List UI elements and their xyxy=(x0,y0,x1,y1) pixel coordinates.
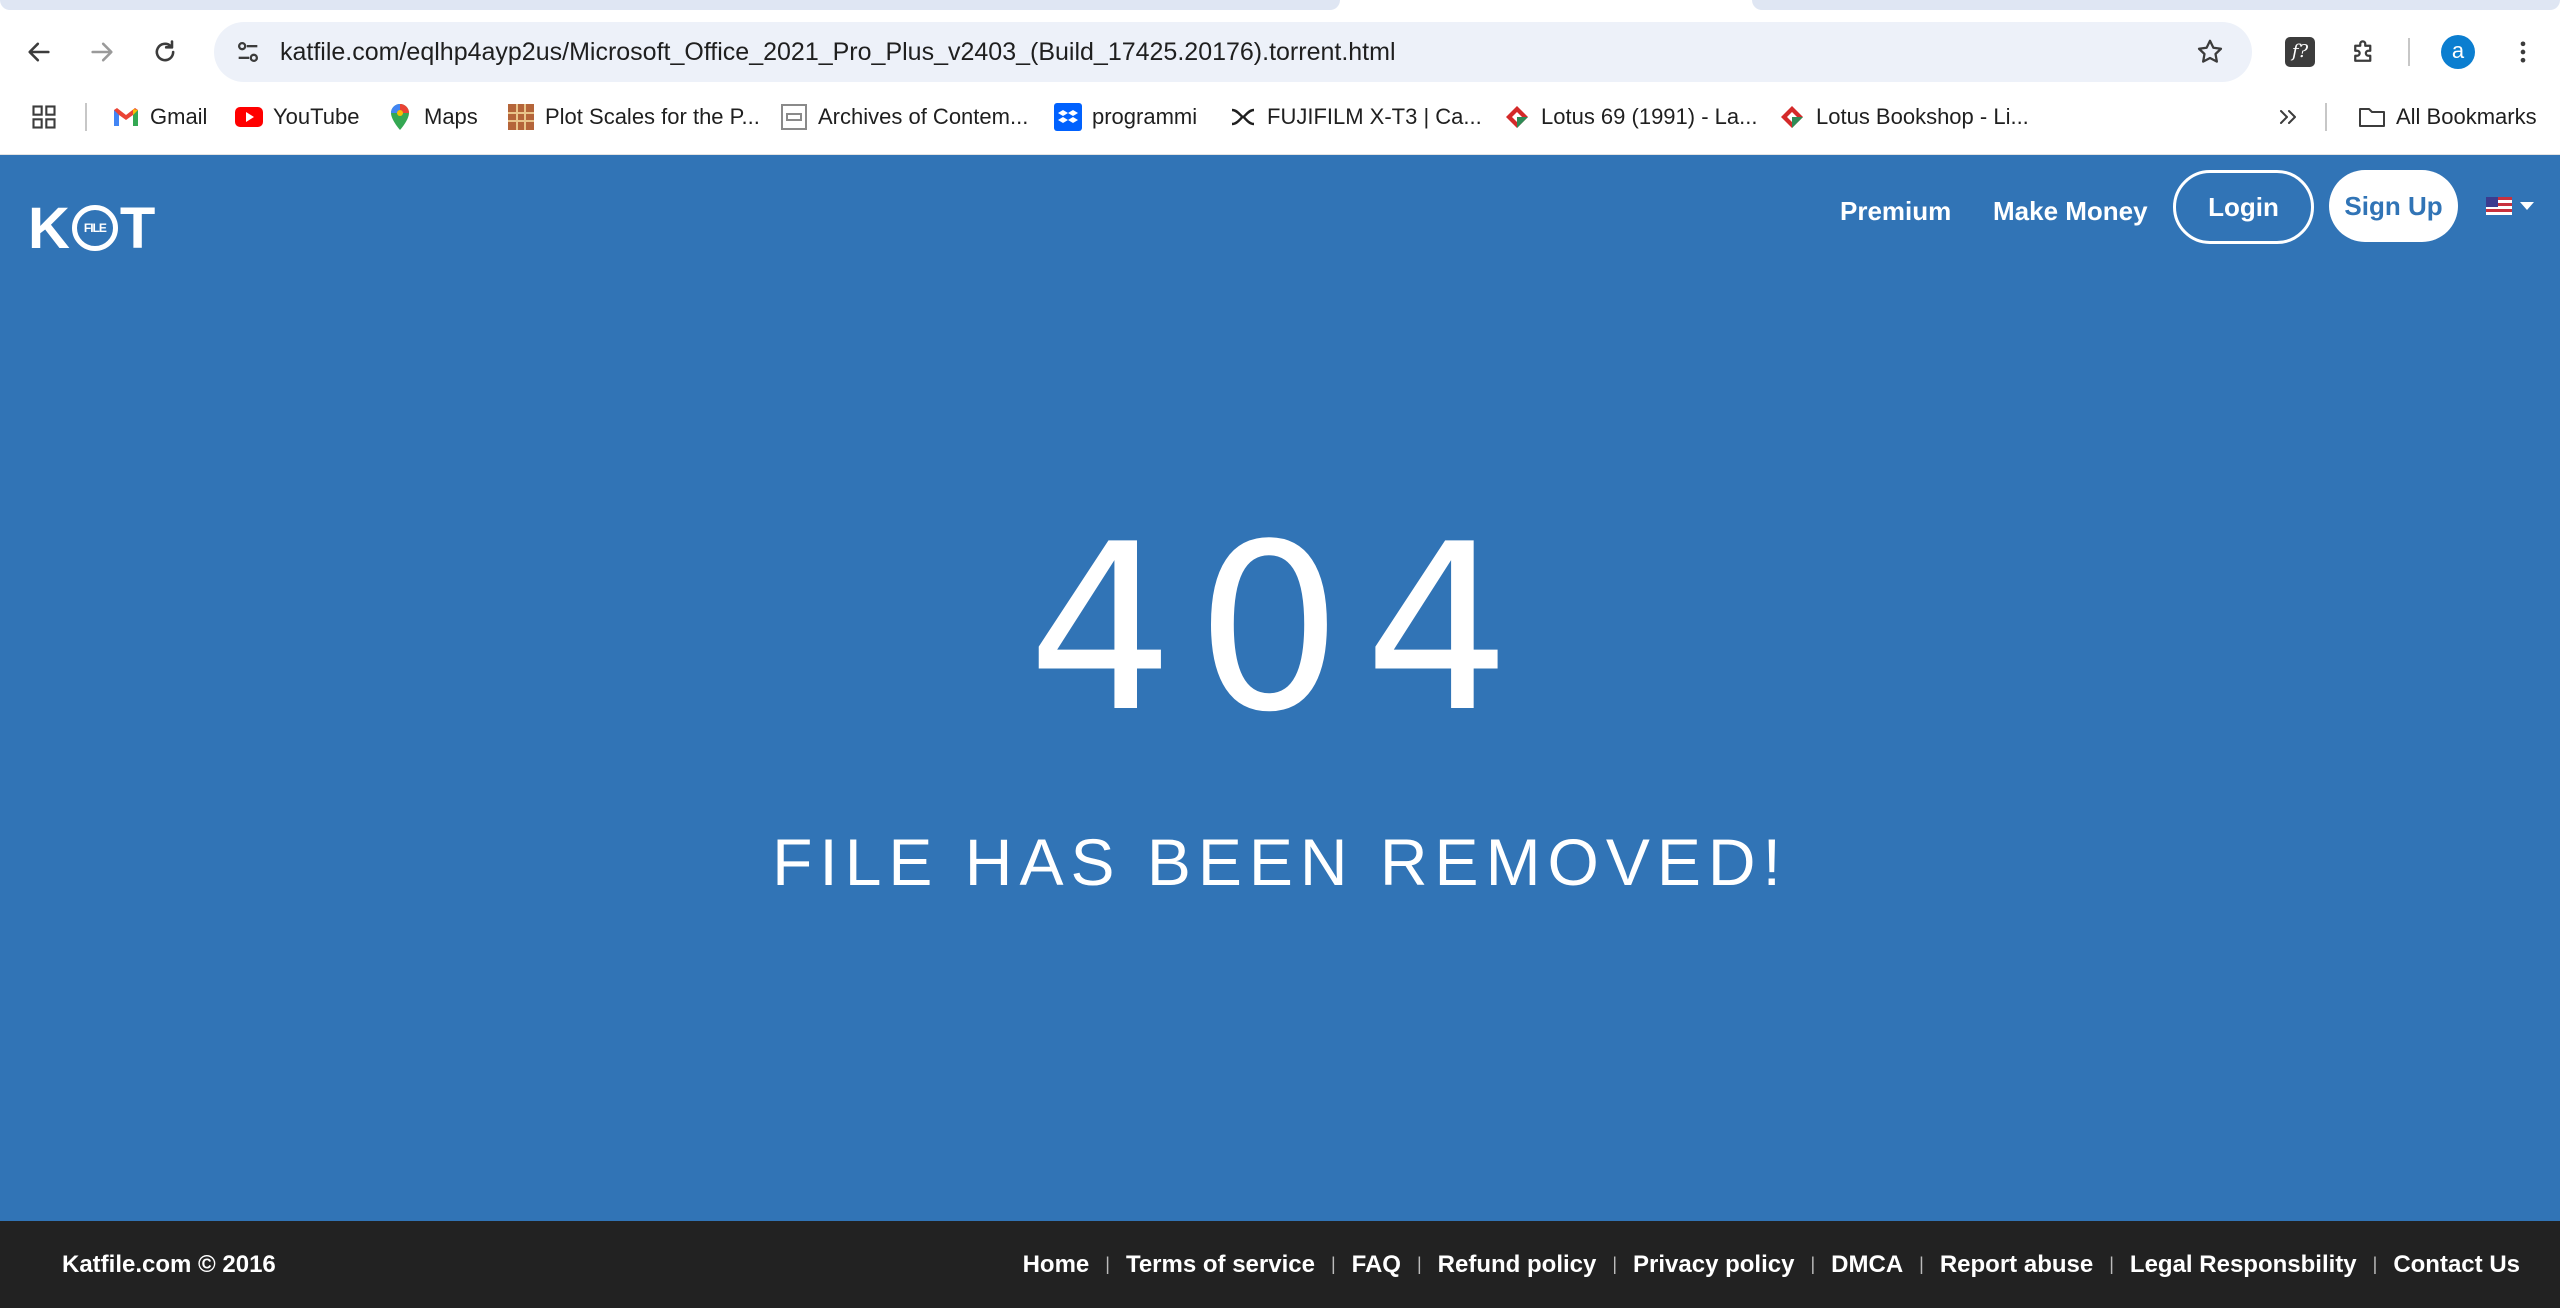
copyright-text: Katfile.com © 2016 xyxy=(62,1251,276,1278)
reload-icon xyxy=(155,40,175,62)
error-message: FILE HAS BEEN REMOVED! xyxy=(772,825,1788,899)
nav-make-money-link[interactable]: Make Money xyxy=(1993,191,2148,231)
footer-separator: | xyxy=(2372,1254,2378,1274)
bookmark-label: Lotus 69 (1991) - La... xyxy=(1541,104,1758,129)
apps-grid-icon xyxy=(30,103,58,131)
kebab-menu-icon xyxy=(2520,41,2526,63)
forward-arrow-icon xyxy=(91,42,113,62)
bookmarks-overflow-button[interactable] xyxy=(2274,94,2302,140)
bookmark-archives[interactable]: Archives of Contem... xyxy=(780,94,1028,140)
all-bookmarks-label: All Bookmarks xyxy=(2396,104,2537,129)
footer-separator: | xyxy=(2109,1254,2114,1274)
footer-link-report-abuse[interactable]: Report abuse xyxy=(1940,1251,2093,1279)
footer-link-terms[interactable]: Terms of service xyxy=(1126,1251,1315,1279)
bookmark-label: Archives of Contem... xyxy=(818,104,1029,129)
toolbar-divider xyxy=(2408,38,2410,66)
login-button[interactable]: Login xyxy=(2173,170,2314,244)
tab-background xyxy=(1752,0,2560,10)
profile-button[interactable]: a xyxy=(2438,32,2478,72)
caret-down-icon xyxy=(2520,202,2534,210)
footer-link-legal[interactable]: Legal Responsbility xyxy=(2130,1251,2357,1279)
us-flag-icon xyxy=(2486,197,2512,215)
footer-links: Home | Terms of service | FAQ | Refund p… xyxy=(1023,1221,2520,1308)
bookmark-programmi[interactable]: programmi xyxy=(1054,94,1197,140)
footer-separator: | xyxy=(1330,1254,1336,1274)
bookmark-plot-scales[interactable]: Plot Scales for the P... xyxy=(507,94,760,140)
logo-letter-t: T xyxy=(119,195,156,261)
puzzle-icon xyxy=(2354,40,2372,62)
reload-button[interactable] xyxy=(145,32,185,72)
footer-link-privacy[interactable]: Privacy policy xyxy=(1633,1251,1794,1279)
footer-separator: | xyxy=(1416,1254,1422,1274)
bookmark-star-button[interactable] xyxy=(2190,32,2230,72)
fujifilm-icon xyxy=(1229,103,1257,131)
signup-button[interactable]: Sign Up xyxy=(2329,170,2458,242)
youtube-icon xyxy=(235,103,263,131)
language-selector[interactable] xyxy=(2486,197,2534,215)
folder-icon xyxy=(2358,103,2386,131)
bookmark-label: Gmail xyxy=(150,104,208,129)
double-chevron-right-icon xyxy=(2274,103,2302,131)
bookmark-label: programmi xyxy=(1092,104,1198,129)
footer-separator: | xyxy=(1612,1254,1618,1274)
tab-background xyxy=(0,0,1340,10)
tab-strip xyxy=(0,0,2560,20)
site-info-button[interactable] xyxy=(228,32,268,72)
tune-icon xyxy=(237,41,259,63)
bookmark-fujifilm[interactable]: FUJIFILM X-T3 | Ca... xyxy=(1229,94,1482,140)
browser-menu-button[interactable] xyxy=(2503,32,2543,72)
plot-scales-icon xyxy=(507,103,535,131)
extension-fx-icon: f? xyxy=(2285,37,2315,67)
bookmarks-divider xyxy=(2325,103,2327,131)
back-button[interactable] xyxy=(19,32,59,72)
nav-premium-link[interactable]: Premium xyxy=(1840,191,1951,231)
site-logo[interactable]: K FILE T xyxy=(28,193,155,263)
star-icon xyxy=(2197,39,2223,63)
footer-link-faq[interactable]: FAQ xyxy=(1352,1251,1401,1279)
extensions-menu-button[interactable] xyxy=(2344,32,2384,72)
bookmark-lotus-69[interactable]: Lotus 69 (1991) - La... xyxy=(1503,94,1757,140)
bookmark-label: YouTube xyxy=(273,104,360,129)
bookmark-label: FUJIFILM X-T3 | Ca... xyxy=(1267,104,1482,129)
gmail-icon xyxy=(112,103,140,131)
bookmark-lotus-bookshop[interactable]: Lotus Bookshop - Li... xyxy=(1778,94,2029,140)
browser-toolbar: katfile.com/eqlhp4ayp2us/Microsoft_Offic… xyxy=(0,20,2560,84)
bookmark-gmail[interactable]: Gmail xyxy=(112,94,207,140)
footer-separator: | xyxy=(1919,1254,1924,1274)
all-bookmarks-button[interactable]: All Bookmarks xyxy=(2358,94,2537,140)
bookmark-label: Maps xyxy=(424,104,478,129)
footer-separator: | xyxy=(1810,1254,1816,1274)
bookmark-label: Lotus Bookshop - Li... xyxy=(1816,104,2029,129)
bookmarks-divider xyxy=(85,103,87,131)
logo-letter-k: K xyxy=(28,195,70,261)
back-arrow-icon xyxy=(28,42,50,62)
url-text[interactable]: katfile.com/eqlhp4ayp2us/Microsoft_Offic… xyxy=(280,22,1396,82)
footer-separator: | xyxy=(1105,1254,1110,1274)
lotus-icon xyxy=(1503,103,1531,131)
dropbox-icon xyxy=(1054,103,1082,131)
lotus-icon xyxy=(1778,103,1806,131)
bookmark-label: Plot Scales for the P... xyxy=(545,104,760,129)
error-code: 404 xyxy=(1027,496,1533,763)
maps-icon xyxy=(386,103,414,131)
site-footer: Katfile.com © 2016 Home | Terms of servi… xyxy=(0,1221,2560,1308)
bookmarks-bar: Gmail YouTube Maps Plot Scales for the P… xyxy=(0,94,2560,155)
footer-link-home[interactable]: Home xyxy=(1023,1251,1090,1279)
address-bar[interactable]: katfile.com/eqlhp4ayp2us/Microsoft_Offic… xyxy=(214,22,2252,82)
bookmark-maps[interactable]: Maps xyxy=(386,94,478,140)
avatar: a xyxy=(2441,35,2475,69)
footer-link-contact[interactable]: Contact Us xyxy=(2393,1251,2520,1279)
bookmark-youtube[interactable]: YouTube xyxy=(235,94,359,140)
footer-link-dmca[interactable]: DMCA xyxy=(1831,1251,1903,1279)
archives-icon xyxy=(780,103,808,131)
extension-button[interactable]: f? xyxy=(2280,32,2320,72)
logo-file-circle: FILE xyxy=(71,205,118,251)
forward-button[interactable] xyxy=(82,32,122,72)
katfile-page: K FILE T Premium Make Money Login Sign U… xyxy=(0,155,2560,1221)
apps-button[interactable] xyxy=(30,94,58,140)
footer-link-refund[interactable]: Refund policy xyxy=(1438,1251,1597,1279)
